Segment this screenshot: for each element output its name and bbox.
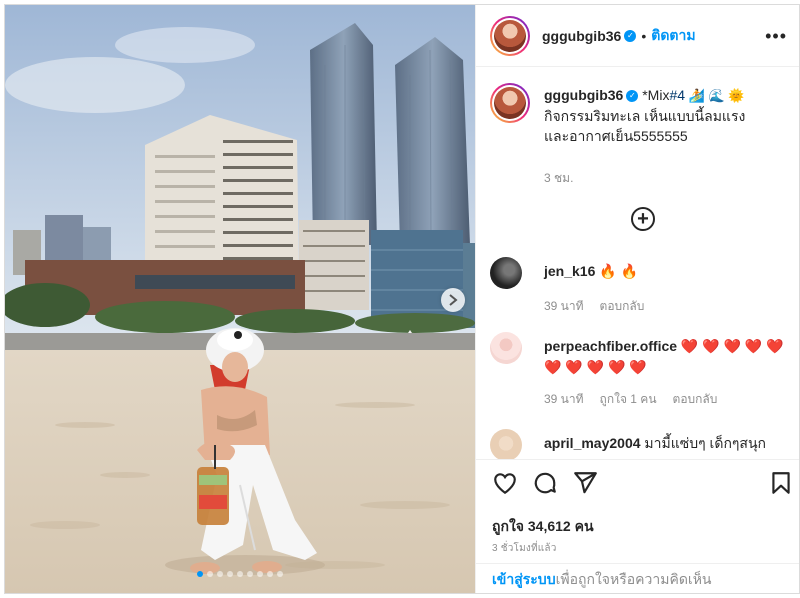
post-dialog: gggubgib36 ✓ • ติดตาม ••• gggubgib36 ✓ *M…: [4, 4, 800, 594]
slide-dot: [257, 571, 263, 577]
heart-outline-icon[interactable]: [492, 470, 518, 496]
author-avatar[interactable]: [490, 15, 530, 56]
caption-line-2: กิจกรรมริมทะเล เห็นแบบนี้ลมแรง: [544, 108, 746, 124]
slide-dot: [197, 571, 203, 577]
slide-dot: [217, 571, 223, 577]
comment-body: 🔥 🔥: [595, 263, 639, 279]
login-link[interactable]: เข้าสู่ระบบ: [492, 571, 556, 587]
comment-bubble-icon[interactable]: [532, 470, 558, 496]
comment-text: april_may2004 มามี้แซ่บๆ เด็กๆสนุก: [544, 433, 789, 454]
slide-dot: [277, 571, 283, 577]
caption-emojis: 🏄 🌊 🌞: [685, 88, 745, 103]
comment-time: 39 นาที: [544, 299, 584, 313]
next-slide-button[interactable]: [441, 288, 465, 312]
post-side-panel: gggubgib36 ✓ • ติดตาม ••• gggubgib36 ✓ *M…: [475, 5, 799, 593]
caption-hashtag[interactable]: #4: [669, 87, 685, 103]
load-more-comments-button[interactable]: +: [631, 207, 655, 231]
commenter-username[interactable]: perpeachfiber.office: [544, 338, 677, 354]
caption-time: 3 ชม.: [544, 171, 574, 185]
login-prompt: เข้าสู่ระบบเพื่อถูกใจหรือความคิดเห็น: [476, 563, 799, 593]
commenter-username[interactable]: april_may2004: [544, 435, 641, 451]
slide-dot: [267, 571, 273, 577]
author-username[interactable]: gggubgib36: [542, 28, 621, 44]
comments-scroll-area[interactable]: gggubgib36 ✓ *Mix#4 🏄 🌊 🌞 กิจกรรมริมทะเล …: [476, 67, 799, 459]
comment-time: 39 นาที: [544, 392, 584, 406]
slide-dot: [247, 571, 253, 577]
verified-badge-icon: ✓: [626, 90, 639, 103]
commenter-avatar[interactable]: [490, 257, 522, 289]
more-options-icon[interactable]: •••: [765, 27, 787, 45]
reply-button[interactable]: ตอบกลับ: [673, 390, 718, 409]
comment-meta: 39 นาที ตอบกลับ: [544, 297, 644, 316]
posted-time: 3 ชั่วโมงที่แล้ว: [492, 543, 557, 554]
verified-badge-icon: ✓: [624, 29, 637, 42]
comment-meta: 39 นาที ถูกใจ 1 คน ตอบกลับ: [544, 390, 717, 409]
separator-dot: •: [641, 27, 647, 44]
slide-dot: [227, 571, 233, 577]
reply-button[interactable]: ตอบกลับ: [600, 297, 645, 316]
bookmark-icon[interactable]: [768, 470, 794, 496]
post-header: gggubgib36 ✓ • ติดตาม •••: [476, 5, 799, 67]
chevron-right-icon: [449, 294, 458, 306]
caption-prefix: *Mix: [638, 87, 670, 103]
comment-likes-button[interactable]: ถูกใจ 1 คน: [600, 390, 657, 409]
slide-dot: [237, 571, 243, 577]
login-suffix: เพื่อถูกใจหรือความคิดเห็น: [555, 571, 712, 587]
post-photo[interactable]: [5, 5, 475, 593]
caption-username[interactable]: gggubgib36: [544, 87, 623, 103]
follow-button[interactable]: ติดตาม: [651, 25, 695, 47]
beach-scene-image: [5, 5, 475, 593]
comment-body: มามี้แซ่บๆ เด็กๆสนุก: [640, 435, 767, 451]
slide-dot: [207, 571, 213, 577]
caption-avatar[interactable]: [490, 83, 530, 123]
comment-text: perpeachfiber.office ❤️ ❤️ ❤️ ❤️ ❤️ ❤️ ❤…: [544, 336, 789, 378]
like-count[interactable]: ถูกใจ 34,612 คน: [492, 516, 594, 538]
caption-text: gggubgib36 ✓ *Mix#4 🏄 🌊 🌞 กิจกรรมริมทะเล …: [544, 85, 794, 146]
commenter-avatar[interactable]: [490, 429, 522, 459]
commenter-avatar[interactable]: [490, 332, 522, 364]
comment-text: jen_k16 🔥 🔥: [544, 261, 789, 282]
commenter-username[interactable]: jen_k16: [544, 263, 595, 279]
caption-line-3: และอากาศเย็น5555555: [544, 128, 688, 144]
post-actions: ถูกใจ 34,612 คน 3 ชั่วโมงที่แล้ว เข้าสู่…: [476, 459, 799, 593]
paper-plane-icon[interactable]: [572, 470, 598, 496]
slide-indicator: [5, 571, 475, 577]
